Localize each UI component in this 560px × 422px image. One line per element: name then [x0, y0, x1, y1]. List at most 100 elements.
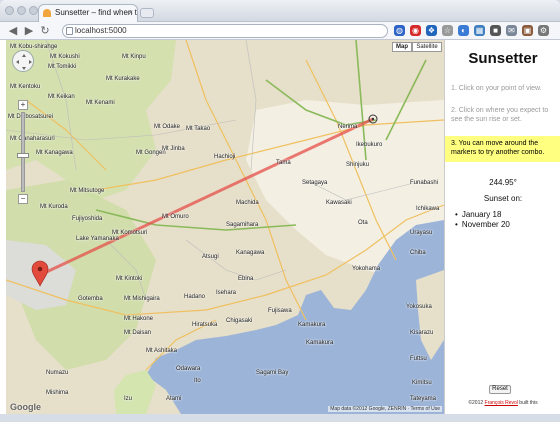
tab-close-icon[interactable]: × [128, 5, 133, 21]
title-bar: Sunsetter – find when the su × [0, 0, 560, 22]
ext-1-icon[interactable]: ◍ [394, 25, 405, 36]
step-1: 1. Click on your point of view. [451, 85, 542, 92]
ext-7-icon[interactable]: ■ [490, 25, 501, 36]
map-place-label: Mt Ashitaka [146, 348, 178, 354]
map-place-label: Atami [166, 396, 182, 402]
credit-line: ©2012 François Revol built this [445, 400, 560, 406]
map-place-label: Sagami Bay [256, 370, 289, 376]
zoom-out-button[interactable]: − [18, 194, 28, 204]
map-place-label: Kamakura [306, 340, 334, 346]
map-place-label: Yokohama [352, 266, 381, 272]
new-tab-button[interactable] [140, 8, 154, 18]
map-place-label: Mt Kuroda [40, 204, 68, 210]
map-place-label: Kisarazu [410, 330, 434, 336]
map-place-label: Mt Daibosatsurei [8, 114, 54, 120]
ext-2-icon[interactable]: ◉ [410, 25, 421, 36]
map-place-label: Hachioji [214, 154, 236, 160]
map-place-label: Ota [358, 220, 368, 226]
sunset-dates-list: January 18 November 20 [455, 210, 510, 230]
map-place-label: Hadano [184, 294, 206, 300]
map-place-label: Mt Takao [186, 126, 211, 132]
ext-5-icon[interactable]: ◐ [458, 25, 469, 36]
map-place-label: Mishima [46, 390, 69, 396]
map-place-label: Kanagawa [236, 250, 265, 256]
ext-6-icon[interactable]: ▦ [474, 25, 485, 36]
ext-3-icon[interactable]: ❖ [426, 25, 437, 36]
map-place-label: Mt Kenami [86, 100, 115, 106]
pan-control[interactable] [12, 50, 34, 72]
forward-button[interactable]: ▶ [22, 24, 36, 38]
ext-9-icon[interactable]: ▣ [522, 25, 533, 36]
satellite-type-button[interactable]: Satellite [412, 42, 442, 52]
map-place-label: Mt Kanagawa [36, 150, 73, 156]
map-place-label: Mt Omuro [162, 214, 189, 220]
url-text: localhost:5000 [75, 26, 127, 35]
map-place-label: Numazu [46, 370, 69, 376]
map-place-label: Mt Mitsutoge [70, 188, 105, 194]
side-panel: Sunsetter 1. Click on your point of view… [444, 40, 560, 414]
close-window-button[interactable] [5, 6, 14, 15]
page-icon [66, 27, 73, 35]
map-place-label: Sagamihara [226, 222, 259, 228]
map-place-label: Funabashi [410, 180, 439, 186]
zoom-slider-handle[interactable] [17, 153, 29, 158]
map-place-label: Lake Yamanaka [76, 236, 119, 242]
zoom-in-button[interactable]: + [18, 100, 28, 110]
map-place-label: Izu [124, 396, 133, 402]
map-place-label: Isehara [216, 290, 237, 296]
map-place-label: Kawasaki [326, 200, 352, 206]
window-bottom [0, 414, 560, 422]
step-2: 2. Click on where you expect to see the … [451, 107, 549, 123]
map-place-label: Kimitsu [412, 380, 432, 386]
sunset-date: January 18 [455, 210, 510, 220]
map-place-label: Ichikawa [416, 206, 440, 212]
map-place-label: Mt Jinba [162, 146, 185, 152]
map-place-label: Hiratsuka [192, 322, 218, 328]
map-place-label: Fujisawa [268, 308, 292, 314]
map-place-label: Chiba [410, 250, 426, 256]
reload-button[interactable]: ↻ [38, 24, 52, 38]
ext-4-icon[interactable]: ☆ [442, 25, 453, 36]
map-attribution[interactable]: Map data ©2012 Google, ZENRIN · Terms of… [328, 406, 442, 412]
credit-prefix: ©2012 [468, 400, 484, 406]
map-place-label: Fujiyoshida [72, 216, 103, 222]
reset-button[interactable]: Reset [489, 385, 511, 394]
map-place-label: Mt Kentoku [10, 84, 41, 90]
map-place-label: Urayasu [410, 230, 433, 236]
map-place-label: Ikebukuro [356, 142, 383, 148]
map-place-label: Mt Kokushi [50, 54, 80, 60]
map-place-label: Ebina [238, 276, 254, 282]
credit-suffix: built this [519, 400, 538, 406]
address-bar[interactable]: localhost:5000 [62, 24, 388, 38]
map-place-label: Yokosuka [406, 304, 432, 310]
ext-10-icon[interactable]: ⚙ [538, 25, 549, 36]
tab-title: Sunsetter – find when the su [55, 8, 137, 17]
map-place-label: Mt Hakone [124, 316, 154, 322]
map-place-label: Mt Kinpu [122, 54, 146, 60]
browser-toolbar: ◀ ▶ ↻ localhost:5000 ◍ ◉ ❖ ☆ ◐ ▦ ■ ✉ ▣ ⚙ [0, 22, 560, 40]
map-place-label: Tateyama [410, 396, 437, 402]
google-map[interactable]: Mt Kobu-shirahge Mt Kokushi Mt Kinpu Mt Ken… [6, 40, 444, 414]
ext-8-icon[interactable]: ✉ [506, 25, 517, 36]
map-place-label: Mt Kobu-shirahge [10, 44, 58, 50]
map-type-button[interactable]: Map [392, 42, 412, 52]
pan-arrows-icon [16, 54, 32, 70]
back-button[interactable]: ◀ [6, 24, 20, 38]
zoom-window-button[interactable] [29, 6, 38, 15]
browser-window: Sunsetter – find when the su × ◀ ▶ ↻ loc… [0, 0, 560, 422]
page-title: Sunsetter [468, 50, 538, 67]
map-place-label: Mt Odake [154, 124, 181, 130]
zoom-slider-track[interactable] [21, 112, 25, 192]
author-link[interactable]: François Revol [485, 400, 518, 406]
map-place-label: Mt Keikan [48, 94, 75, 100]
map-place-label: Nerima [338, 124, 358, 130]
sunset-date: November 20 [455, 220, 510, 230]
browser-tab[interactable]: Sunsetter – find when the su × [38, 4, 138, 22]
map-place-label: Mt Mishigaira [124, 296, 160, 302]
map-place-label: Gotemba [78, 296, 103, 302]
map-place-label: Mt Tomikki [48, 64, 77, 70]
map-place-label: Futtsu [410, 356, 427, 362]
map-place-label: Mt Kintoki [116, 276, 143, 282]
map-place-label: Atsugi [202, 254, 219, 260]
minimize-window-button[interactable] [17, 6, 26, 15]
